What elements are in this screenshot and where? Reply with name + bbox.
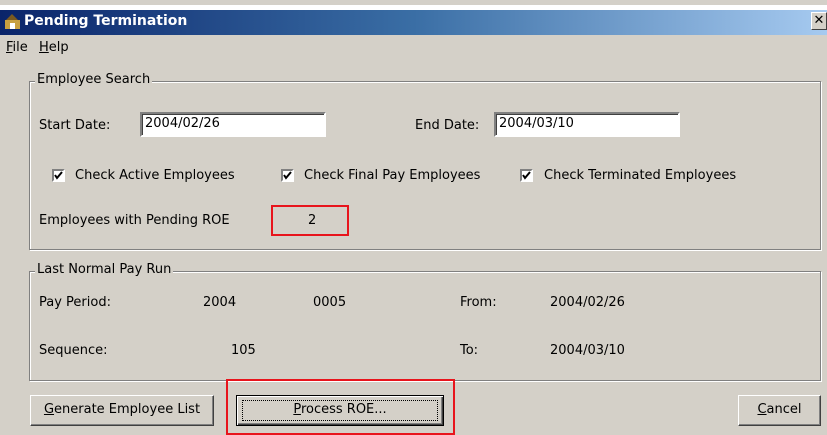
sequence-value: 105 (231, 343, 256, 358)
last-pay-run-group (29, 271, 821, 381)
checkmark-icon (522, 171, 531, 180)
check-terminated-employees-checkbox[interactable] (520, 169, 533, 182)
app-icon (5, 14, 20, 29)
pending-termination-window: Pending Termination ✕ File Help Employee… (0, 0, 827, 435)
process-roe-button[interactable]: Process ROE... (236, 395, 444, 426)
pay-period-number: 0005 (313, 295, 347, 310)
focus-rectangle (242, 400, 438, 421)
check-active-employees-label[interactable]: Check Active Employees (75, 168, 235, 183)
checkmark-icon (54, 171, 63, 180)
end-date-field[interactable]: 2004/03/10 (494, 112, 680, 137)
check-final-pay-employees-checkbox[interactable] (281, 169, 294, 182)
to-date: 2004/03/10 (550, 343, 625, 358)
title-bar[interactable]: Pending Termination ✕ (0, 5, 827, 35)
menu-bar: File Help (0, 36, 827, 58)
from-label: From: (460, 295, 497, 310)
check-terminated-employees-label[interactable]: Check Terminated Employees (544, 168, 736, 183)
pay-period-year: 2004 (203, 295, 237, 310)
last-pay-run-label: Last Normal Pay Run (35, 262, 174, 277)
sequence-label: Sequence: (39, 343, 108, 358)
check-active-employees-checkbox[interactable] (52, 169, 65, 182)
generate-employee-list-button[interactable]: Generate Employee List (30, 395, 214, 426)
close-icon: ✕ (813, 13, 825, 28)
check-final-pay-employees-label[interactable]: Check Final Pay Employees (304, 168, 480, 183)
employee-search-label: Employee Search (35, 72, 153, 87)
end-date-label: End Date: (415, 118, 480, 133)
start-date-label: Start Date: (39, 118, 111, 133)
to-label: To: (460, 343, 479, 358)
pay-period-label: Pay Period: (39, 295, 111, 310)
pending-roe-count: 2 (308, 213, 317, 228)
menu-help[interactable]: Help (39, 40, 69, 55)
cancel-button[interactable]: Cancel (738, 395, 821, 426)
pending-roe-label: Employees with Pending ROE (39, 213, 230, 228)
menu-file[interactable]: File (6, 40, 28, 55)
start-date-field[interactable]: 2004/02/26 (140, 112, 326, 137)
checkmark-icon (283, 171, 292, 180)
from-date: 2004/02/26 (550, 295, 625, 310)
window-title: Pending Termination (24, 13, 188, 29)
close-button[interactable]: ✕ (811, 12, 827, 30)
